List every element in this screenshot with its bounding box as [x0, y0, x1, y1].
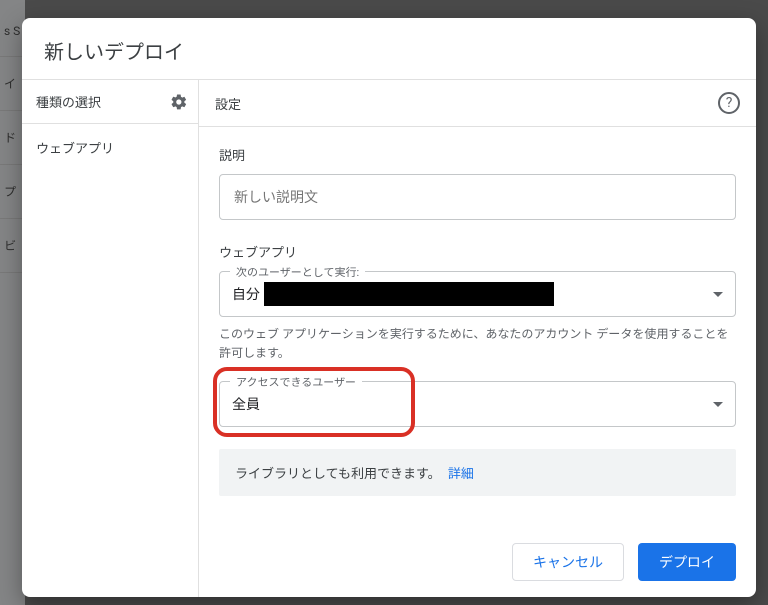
chevron-down-icon: [713, 292, 723, 297]
cancel-button-label: キャンセル: [533, 552, 603, 572]
run-as-select[interactable]: 次のユーザーとして実行: 自分: [219, 271, 736, 317]
run-as-value: 自分: [232, 284, 260, 304]
dialog-title: 新しいデプロイ: [22, 18, 756, 79]
access-select[interactable]: アクセスできるユーザー 全員: [219, 381, 736, 427]
sidebar-header-label: 種類の選択: [36, 92, 101, 111]
dialog-body: 種類の選択 ウェブアプリ 設定 ? 説明 ウェブアプリ 次のユーザーとし: [22, 79, 756, 597]
webapp-section-label: ウェブアプリ: [219, 242, 736, 261]
chevron-down-icon: [713, 402, 723, 407]
deploy-button[interactable]: デプロイ: [638, 543, 736, 581]
banner-details-link[interactable]: 詳細: [448, 467, 474, 482]
access-legend: アクセスできるユーザー: [230, 374, 362, 390]
dialog-footer: キャンセル デプロイ: [199, 531, 756, 597]
description-input[interactable]: [219, 174, 736, 220]
banner-text: ライブラリとしても利用できます。: [235, 467, 441, 482]
access-value: 全員: [232, 394, 260, 414]
cancel-button[interactable]: キャンセル: [512, 543, 624, 581]
main-header-label: 設定: [215, 94, 241, 113]
deploy-button-label: デプロイ: [659, 552, 715, 572]
permission-hint: このウェブ アプリケーションを実行するために、あなたのアカウント データを使用す…: [219, 325, 736, 363]
deploy-dialog: 新しいデプロイ 種類の選択 ウェブアプリ 設定 ? 説明 ウェ: [22, 18, 756, 597]
run-as-legend: 次のユーザーとして実行:: [230, 264, 365, 280]
sidebar-item-label: ウェブアプリ: [36, 142, 114, 157]
dialog-sidebar: 種類の選択 ウェブアプリ: [22, 80, 199, 597]
main-content: 説明 ウェブアプリ 次のユーザーとして実行: 自分 このウェブ アプリケーション…: [199, 127, 756, 531]
redacted-email: [264, 282, 554, 306]
help-icon[interactable]: ?: [718, 92, 740, 114]
sidebar-header: 種類の選択: [22, 80, 198, 124]
main-header: 設定 ?: [199, 80, 756, 127]
description-label: 説明: [219, 145, 736, 164]
library-info-banner: ライブラリとしても利用できます。 詳細: [219, 449, 736, 496]
sidebar-item-webapp[interactable]: ウェブアプリ: [22, 124, 198, 171]
gear-icon[interactable]: [170, 93, 188, 111]
dialog-main: 設定 ? 説明 ウェブアプリ 次のユーザーとして実行: 自分 このウェブ アプリ…: [199, 80, 756, 597]
